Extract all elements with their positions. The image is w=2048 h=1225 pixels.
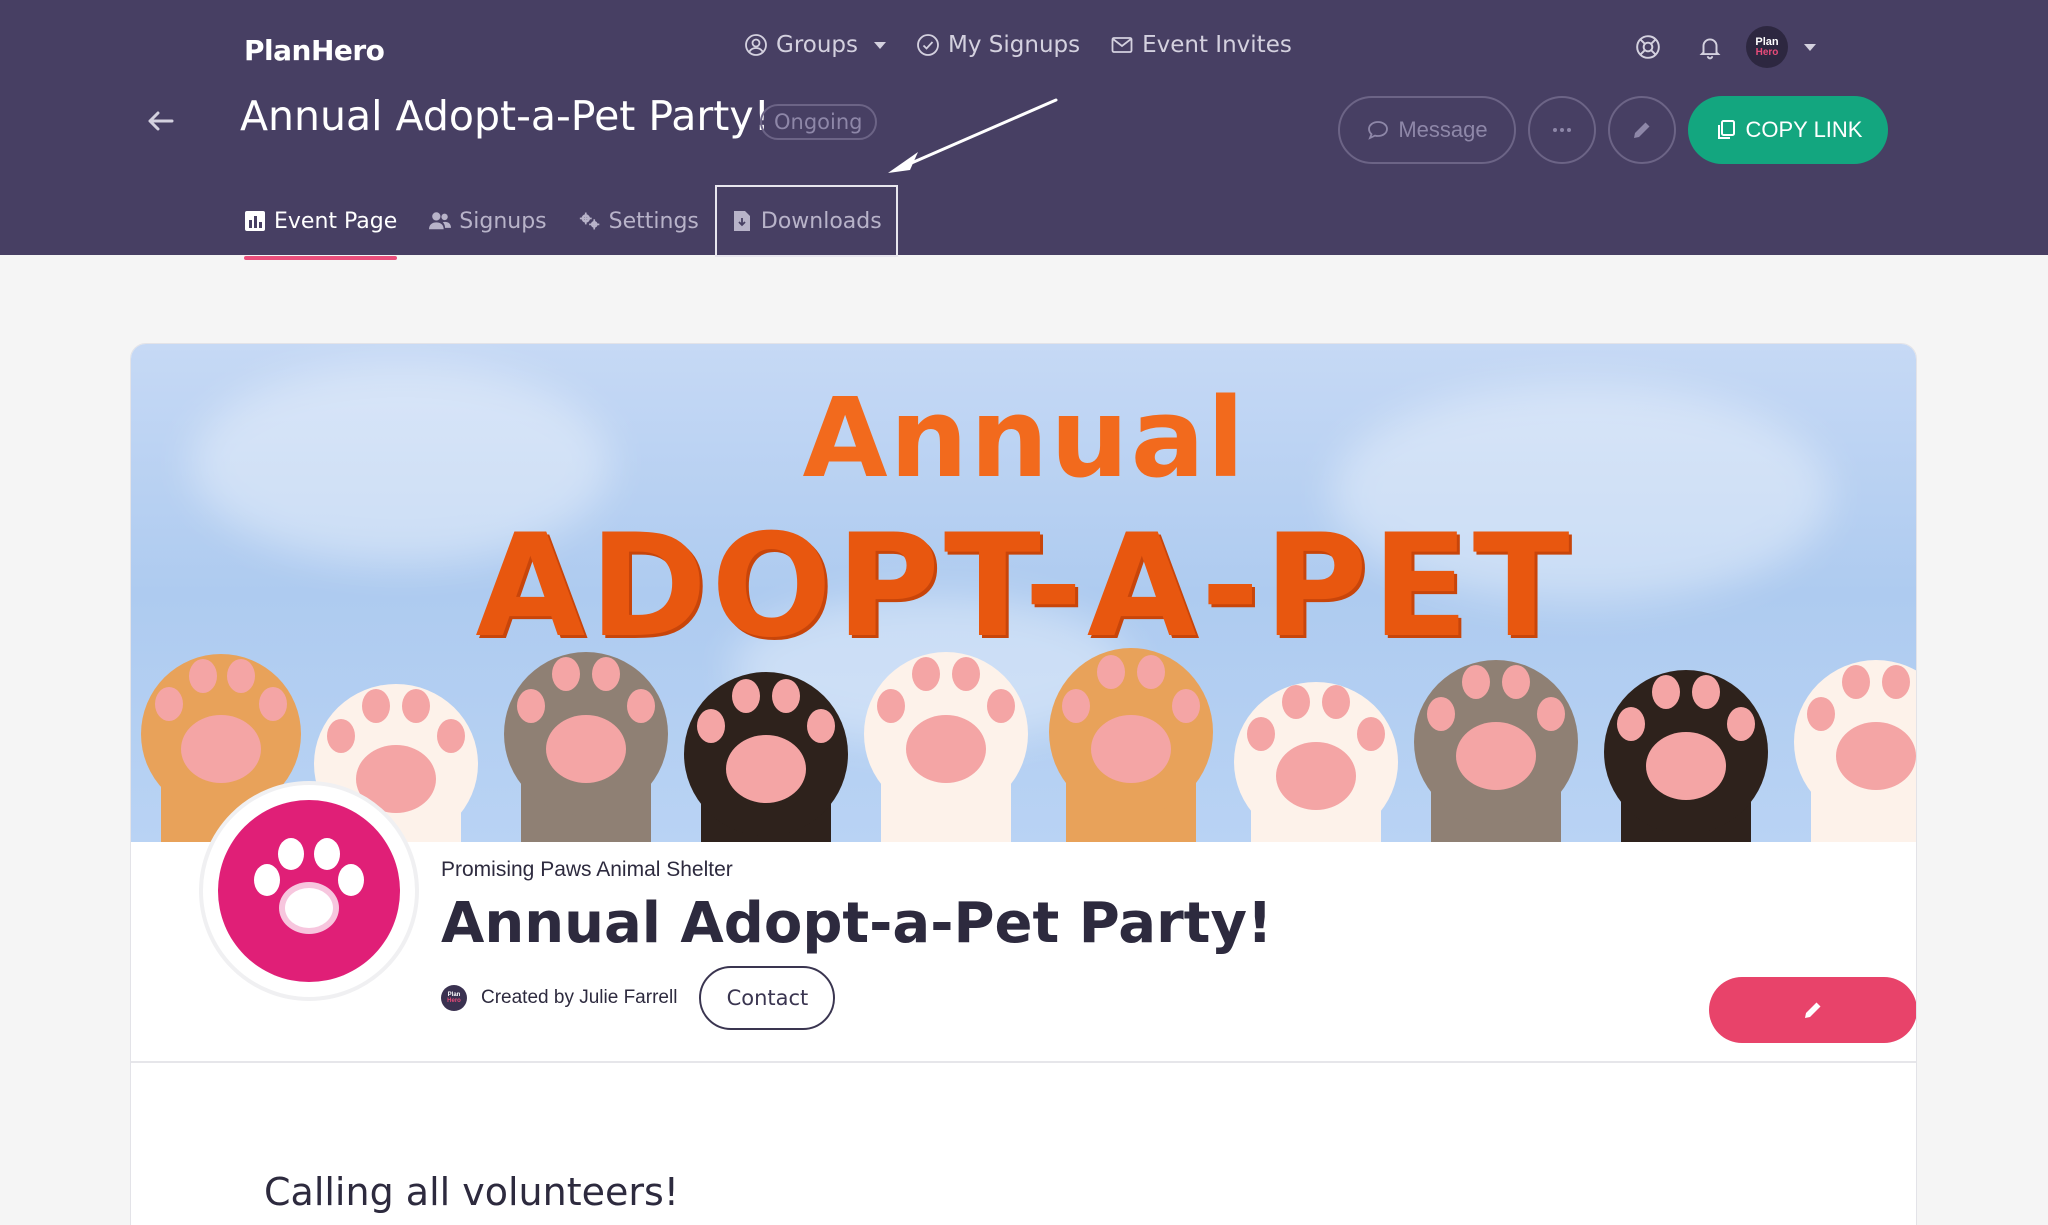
divider [131, 1061, 1916, 1063]
avatar: Plan Hero [441, 985, 467, 1011]
check-circle-icon [917, 34, 939, 56]
annotation-arrow-icon [888, 98, 1058, 173]
tab-event-page-label: Event Page [274, 208, 398, 234]
nav-my-signups[interactable]: My Signups [916, 32, 1080, 58]
top-right-utilities: Plan Hero [1632, 26, 1816, 68]
paw-orange-2 [1049, 648, 1213, 842]
chevron-down-icon [874, 41, 887, 49]
chevron-down-icon [1804, 43, 1816, 51]
avatar-text-line1: Plan [1755, 35, 1779, 48]
banner-heading-line1: Annual [802, 374, 1247, 502]
nav-event-invites[interactable]: Event Invites [1110, 32, 1292, 58]
pencil-icon [1634, 122, 1650, 138]
paw-white-2 [864, 652, 1028, 842]
tab-event-page[interactable]: Event Page [244, 196, 398, 260]
tab-settings[interactable]: Settings [579, 196, 699, 246]
section-heading: Calling all volunteers! [264, 1170, 680, 1214]
tab-signups-label: Signups [459, 208, 547, 234]
paws-illustration [141, 648, 1916, 842]
tab-signups[interactable]: Signups [429, 196, 547, 246]
copy-link-label: COPY LINK [1745, 117, 1863, 142]
copy-link-button[interactable]: COPY LINK [1688, 96, 1888, 164]
more-options-button[interactable] [1528, 96, 1596, 164]
edit-event-button[interactable] [1608, 96, 1676, 164]
message-button[interactable]: Message [1338, 96, 1516, 164]
copy-icon [1717, 120, 1735, 139]
message-button-label: Message [1398, 117, 1488, 142]
paw-black-1 [684, 672, 848, 842]
paw-white-4 [1794, 660, 1916, 842]
organization-name[interactable]: Promising Paws Animal Shelter [441, 858, 733, 882]
nav-groups-label: Groups [776, 32, 859, 58]
creator-row: Plan Hero Created by Julie Farrell Conta… [441, 966, 836, 1030]
users-icon [429, 212, 452, 230]
creator-avatar-line2: Hero [447, 998, 461, 1004]
chat-bubble-icon [1368, 121, 1389, 140]
help-button[interactable] [1632, 31, 1664, 63]
header-actions: Message COPY LINK [1338, 96, 1888, 164]
event-tabs: Event Page Signups Settings Downloads [244, 185, 928, 260]
app-logo[interactable]: PlanHero [244, 34, 385, 67]
user-menu[interactable]: Plan Hero [1746, 26, 1816, 68]
nav-event-invites-label: Event Invites [1142, 32, 1292, 58]
top-navigation: Groups My Signups Event Invites [744, 32, 1292, 58]
ellipsis-icon [1553, 128, 1571, 132]
created-by-text: Created by Julie Farrell [481, 987, 678, 1008]
tab-downloads-label: Downloads [760, 208, 882, 234]
page-title: Annual Adopt-a-Pet Party! [240, 92, 771, 140]
edit-page-button[interactable] [1709, 977, 1916, 1043]
bell-icon [1699, 38, 1721, 60]
event-title: Annual Adopt-a-Pet Party! [441, 891, 1273, 956]
nav-groups[interactable]: Groups [744, 32, 887, 58]
event-banner-image: Annual ADOPT-A-PET [131, 344, 1916, 842]
file-download-icon [733, 211, 750, 231]
paw-gray-1 [504, 652, 668, 842]
contact-button[interactable]: Contact [699, 966, 836, 1030]
pencil-icon [1805, 1002, 1821, 1018]
tab-downloads[interactable]: Downloads [714, 185, 898, 257]
avatar: Plan Hero [1746, 26, 1788, 68]
bar-chart-icon [245, 211, 265, 231]
user-circle-icon [745, 34, 767, 56]
paw-icon [254, 838, 364, 934]
paw-white-3 [1234, 682, 1398, 842]
paw-gray-2 [1414, 660, 1578, 842]
event-card: Annual ADOPT-A-PET Promising Paws Animal… [130, 343, 1917, 1225]
organization-avatar [199, 781, 419, 1001]
lifebuoy-icon [1636, 35, 1660, 59]
avatar-text-line2: Hero [1755, 46, 1779, 58]
nav-my-signups-label: My Signups [948, 32, 1081, 58]
paw-logo [218, 800, 400, 982]
notifications-button[interactable] [1694, 31, 1726, 63]
status-badge: Ongoing [760, 104, 877, 140]
paw-black-2 [1604, 670, 1768, 842]
tab-settings-label: Settings [608, 208, 699, 234]
back-arrow-icon[interactable] [144, 104, 178, 138]
envelope-icon [1111, 37, 1133, 53]
gears-icon [579, 212, 599, 230]
top-header: PlanHero Groups My Signups Event Invites… [0, 0, 2048, 260]
